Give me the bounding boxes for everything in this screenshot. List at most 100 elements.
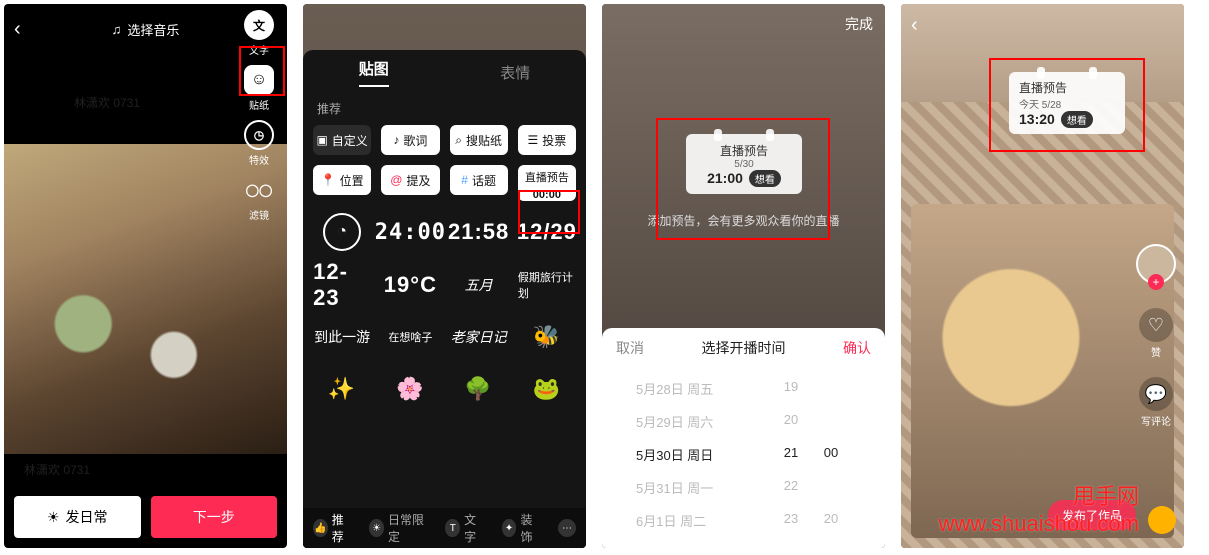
music-label: 选择音乐 — [127, 20, 179, 39]
side-actions: + ♡ 赞 💬 写评论 — [1136, 244, 1176, 428]
chip-lyrics[interactable]: ♪ 歌词 — [381, 125, 439, 155]
like-button[interactable]: ♡ 赞 — [1139, 308, 1173, 359]
note-icon: ♪ — [393, 133, 399, 147]
select-music[interactable]: ♫ 选择音乐 — [112, 20, 180, 39]
sticker-time-digital[interactable]: 24:00 — [381, 214, 439, 250]
music-disc-icon[interactable] — [1148, 506, 1176, 534]
pin-icon: 📍 — [321, 173, 336, 187]
card-want: 想看 — [749, 170, 781, 187]
tool-fx-label: 特效 — [249, 152, 269, 167]
sticker-icon: ☺ — [244, 65, 274, 95]
sticker-thinking[interactable]: 在想啥子 — [381, 319, 439, 355]
sheet-title: 选择开播时间 — [702, 338, 786, 358]
card-time: 21:00 — [707, 170, 743, 186]
watermark-line2: www.shuaishou.com — [938, 511, 1139, 537]
thumb-icon: 👍 — [313, 519, 328, 537]
confirm-button[interactable]: 确认 — [843, 338, 871, 358]
tool-filter[interactable]: ◯◯ 滤镜 — [237, 175, 281, 222]
chip-search-sticker[interactable]: ⌕ 搜贴纸 — [450, 125, 508, 155]
picker-row[interactable]: 5月28日 周五19 — [602, 372, 885, 405]
tool-filter-label: 滤镜 — [249, 207, 269, 222]
tab-emoji[interactable]: 表情 — [500, 62, 530, 83]
sticker-month[interactable]: 五月 — [450, 267, 508, 303]
chip-topic[interactable]: # 话题 — [450, 165, 508, 195]
chip-mention[interactable]: @ 提及 — [381, 165, 439, 195]
sticker-visited[interactable]: 到此一游 — [313, 319, 371, 355]
next-label: 下一步 — [193, 507, 235, 527]
next-button[interactable]: 下一步 — [151, 496, 278, 538]
at-icon: @ — [390, 173, 402, 187]
bb-decor[interactable]: ✦装饰 — [502, 511, 540, 545]
tool-sticker[interactable]: ☺ 贴纸 — [237, 65, 281, 112]
chip-live-preview-time: 00:00 — [533, 189, 561, 201]
calendar-icon: ☀ — [369, 519, 384, 537]
sticker-date-dash[interactable]: 12-23 — [313, 267, 371, 303]
hash-icon: # — [461, 173, 468, 187]
picker-row[interactable]: 5月31日 周一22 — [602, 471, 885, 504]
sticker-tree[interactable]: 🌳 — [450, 371, 508, 407]
author-avatar-wrap[interactable]: + — [1136, 244, 1176, 290]
chip-vote-label: 投票 — [542, 132, 566, 149]
filter-icon: ◯◯ — [244, 175, 274, 205]
right-toolbar: 文 文字 ☺ 贴纸 ◷ 特效 ◯◯ 滤镜 — [237, 10, 281, 222]
sticker-date-slash[interactable]: 12/29 — [518, 214, 576, 250]
bb-recommend[interactable]: 👍推荐 — [313, 511, 351, 545]
sticker-home-diary[interactable]: 老家日记 — [450, 319, 508, 355]
comment-button[interactable]: 💬 写评论 — [1139, 377, 1173, 428]
text-icon: T — [445, 519, 460, 537]
screen-sticker-picker: 贴图 表情 推荐 ▣ 自定义 ♪ 歌词 ⌕ 搜贴纸 ☰ 投票 📍 位置 — [303, 4, 586, 548]
sticker-sparkle[interactable]: ✨ — [313, 371, 371, 407]
sticker-grid: ◔ 24:00 21:58 12/29 12-23 19°C 五月 假期旅行计划… — [303, 209, 586, 411]
search-icon: ⌕ — [455, 133, 462, 148]
panel-bottombar: 👍推荐 ☀日常限定 T文字 ✦装饰 ⋯ — [303, 508, 586, 548]
bb-decor-label: 装饰 — [520, 511, 540, 545]
bb-text[interactable]: T文字 — [445, 511, 483, 545]
sticker-frog[interactable]: 🐸 — [518, 371, 576, 407]
sticker-time[interactable]: 21:58 — [450, 214, 508, 250]
chip-location[interactable]: 📍 位置 — [313, 165, 371, 195]
watermark-text: 林潇欢 0731 — [74, 94, 140, 111]
bb-daily[interactable]: ☀日常限定 — [369, 511, 427, 545]
chip-custom[interactable]: ▣ 自定义 — [313, 125, 371, 155]
picker-row[interactable]: 5月30日 周日2100 — [602, 438, 885, 471]
screen-edit: ‹ ♫ 选择音乐 文 文字 ☺ 贴纸 ◷ 特效 ◯◯ 滤镜 林潇欢 0731 林… — [4, 4, 287, 548]
follow-plus-icon: + — [1148, 274, 1164, 290]
live-preview-card[interactable]: 直播预告 今天 5/28 13:20 想看 — [1009, 72, 1125, 134]
sticker-clock-icon[interactable]: ◔ — [323, 213, 361, 251]
back-icon[interactable]: ‹ — [14, 18, 21, 41]
chip-live-preview[interactable]: 直播预告 00:00 — [518, 165, 576, 201]
image-icon: ▣ — [316, 133, 327, 147]
tool-text[interactable]: 文 文字 — [237, 10, 281, 57]
chip-search-label: 搜贴纸 — [466, 132, 502, 149]
back-icon[interactable]: ‹ — [911, 14, 918, 37]
sheet-header: 取消 选择开播时间 确认 — [602, 328, 885, 368]
sticker-flower[interactable]: 🌸 — [381, 371, 439, 407]
chip-custom-label: 自定义 — [332, 132, 368, 149]
live-preview-card[interactable]: 直播预告 5/30 21:00 想看 — [686, 134, 802, 194]
sticker-temp[interactable]: 19°C — [381, 267, 439, 303]
time-sheet: 取消 选择开播时间 确认 5月28日 周五195月29日 周六205月30日 周… — [602, 328, 885, 548]
cancel-button[interactable]: 取消 — [616, 338, 644, 358]
picker-rows[interactable]: 5月28日 周五195月29日 周六205月30日 周日21005月31日 周一… — [602, 368, 885, 541]
sticker-bee[interactable]: 🐝 — [518, 319, 576, 355]
publish-daily-button[interactable]: ☀ 发日常 — [14, 496, 141, 538]
bb-recommend-label: 推荐 — [332, 511, 352, 545]
chip-vote[interactable]: ☰ 投票 — [518, 125, 576, 155]
sticker-travel-plan[interactable]: 假期旅行计划 — [518, 267, 576, 303]
site-watermark: 甩手网 www.shuaishou.com — [938, 484, 1139, 537]
fx-icon: ◷ — [244, 120, 274, 150]
tab-sticker[interactable]: 贴图 — [359, 58, 389, 87]
card-title: 直播预告 — [720, 142, 768, 159]
bb-more[interactable]: ⋯ — [558, 519, 576, 537]
chip-location-label: 位置 — [340, 172, 364, 189]
done-button[interactable]: 完成 — [845, 14, 873, 34]
chip-lyrics-label: 歌词 — [403, 132, 427, 149]
sticker-panel: 贴图 表情 推荐 ▣ 自定义 ♪ 歌词 ⌕ 搜贴纸 ☰ 投票 📍 位置 — [303, 50, 586, 548]
tool-sticker-label: 贴纸 — [249, 97, 269, 112]
picker-row[interactable]: 6月1日 周二2320 — [602, 504, 885, 537]
tool-fx[interactable]: ◷ 特效 — [237, 120, 281, 167]
picker-row[interactable]: 5月29日 周六20 — [602, 405, 885, 438]
screen-time-picker: 完成 直播预告 5/30 21:00 想看 添加预告，会有更多观众看你的直播 取… — [602, 4, 885, 548]
bottom-actions: ☀ 发日常 下一步 — [14, 496, 277, 538]
chip-live-preview-label: 直播预告 — [525, 169, 569, 185]
